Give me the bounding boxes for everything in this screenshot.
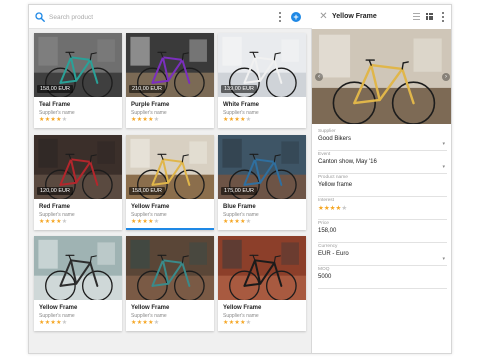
rating-stars: ★★★★★ [131,117,159,124]
more-vert-icon[interactable] [440,11,446,23]
price-badge: 120,00 EUR [37,187,73,195]
product-title: Red Frame [39,204,71,210]
detail-hero-image: ‹ › [312,29,451,124]
star-icon: ★ [61,219,68,225]
price-badge: 175,00 EUR [221,187,257,195]
close-icon[interactable]: ✕ [318,11,329,22]
chevron-right-icon[interactable]: › [442,73,450,81]
product-title: Purple Frame [131,102,170,108]
product-card[interactable]: 175,00 EUR Blue Frame Supplier's name ★★★★★ [218,135,306,230]
field-value: 5000 [318,274,332,280]
product-card[interactable]: 158,00 EUR Yellow Frame Supplier's name ★★★… [126,135,214,230]
supplier-name: Supplier's name [39,212,75,218]
list-view-icon[interactable] [413,13,420,20]
star-icon: ★ [153,320,160,326]
supplier-name: Supplier's name [131,313,167,319]
star-icon: ★ [341,205,348,212]
star-icon: ★ [153,219,160,225]
product-card[interactable]: 120,00 EUR Red Frame Supplier's name ★★★★★ [34,135,122,230]
rating-stars: ★★★★★ [131,219,159,226]
form-field-event[interactable]: Event Canton show, May '16 ▾ [318,152,447,174]
field-value: 158,00 [318,228,337,234]
product-list-pane: + 158,00 EURTeal FrameSupplier's name★★★… [29,5,312,353]
product-image: 158,00 EUR [34,33,122,97]
product-title: Blue Frame [223,204,256,210]
product-card[interactable]: Yellow Frame Supplier's name ★★★★★ [34,236,122,331]
rating-stars: ★★★★★ [223,320,251,327]
form-field-moq[interactable]: MOQ 5000 [318,267,447,289]
star-icon: ★ [245,320,252,326]
form-field-supplier[interactable]: Supplier Good Bikers ▾ [318,129,447,151]
star-icon: ★ [245,117,252,123]
form-field-price[interactable]: Price 158,00 [318,221,447,243]
rating-stars: ★★★★★ [223,219,251,226]
search-icon[interactable] [35,12,45,22]
rating-stars: ★★★★★ [39,117,67,124]
product-card[interactable]: 210,00 EUR Purple Frame Supplier's name ★★★… [126,33,214,128]
form-field-currency[interactable]: Currency EUR - Euro ▾ [318,244,447,266]
app-window: + 158,00 EURTeal FrameSupplier's name★★★… [28,4,452,354]
field-value: Canton show, May '16 [318,159,377,165]
chevron-left-icon[interactable]: ‹ [315,73,323,81]
price-badge: 158,00 EUR [129,187,165,195]
product-title: Yellow Frame [39,305,78,311]
product-card[interactable]: 139,00 EUR White Frame Supplier's name ★★★★… [218,33,306,128]
rating-stars: ★★★★★ [131,320,159,327]
star-icon: ★ [153,117,160,123]
supplier-name: Supplier's name [223,313,259,319]
field-value: Yellow frame [318,182,353,188]
product-image: 120,00 EUR [34,135,122,199]
product-card[interactable]: Yellow Frame Supplier's name ★★★★★ [218,236,306,331]
star-icon: ★ [61,320,68,326]
grid-view-icon[interactable] [426,13,433,20]
product-image: 158,00 EUR [126,135,214,199]
search-input[interactable] [49,9,249,25]
field-value: EUR - Euro [318,251,349,257]
product-image: 210,00 EUR [126,33,214,97]
supplier-name: Supplier's name [223,110,259,116]
star-icon: ★ [245,219,252,225]
dropdown-caret-icon[interactable]: ▾ [442,256,445,262]
product-title: Teal Frame [39,102,71,108]
price-badge: 139,00 EUR [221,85,257,93]
rating-stars: ★★★★★ [39,320,67,327]
product-image: 175,00 EUR [218,135,306,199]
supplier-name: Supplier's name [223,212,259,218]
field-value: Good Bikers [318,136,352,142]
form-field-product-name[interactable]: Product name Yellow frame [318,175,447,197]
price-badge: 210,00 EUR [129,85,165,93]
form-field-interest[interactable]: Interest ★★★★★ [318,198,447,220]
dropdown-caret-icon[interactable]: ▾ [442,164,445,170]
rating-stars: ★★★★★ [39,219,67,226]
product-title: Yellow Frame [223,305,262,311]
product-image [126,236,214,300]
product-title: White Frame [223,102,260,108]
product-card[interactable]: Yellow Frame Supplier's name ★★★★★ [126,236,214,331]
product-image: 139,00 EUR [218,33,306,97]
product-card[interactable]: 158,00 EUR Teal Frame Supplier's name ★★★★★ [34,33,122,128]
detail-toolbar: ✕ Yellow Frame [312,5,451,29]
price-badge: 158,00 EUR [37,85,73,93]
dropdown-caret-icon[interactable]: ▾ [442,141,445,147]
supplier-name: Supplier's name [39,110,75,116]
add-product-button[interactable]: + [291,12,301,22]
detail-title: Yellow Frame [332,13,377,20]
product-title: Yellow Frame [131,204,170,210]
supplier-name: Supplier's name [39,313,75,319]
interest-rating: ★★★★★ [318,204,447,213]
product-title: Yellow Frame [131,305,170,311]
supplier-name: Supplier's name [131,110,167,116]
rating-stars: ★★★★★ [223,117,251,124]
product-image [34,236,122,300]
more-vert-icon[interactable] [277,11,283,23]
product-image [218,236,306,300]
search-toolbar: + [29,5,312,29]
supplier-name: Supplier's name [131,212,167,218]
product-detail-pane: ✕ Yellow Frame ‹ › Supplier Good Bikers ▾ Ev… [312,5,451,353]
star-icon: ★ [61,117,68,123]
